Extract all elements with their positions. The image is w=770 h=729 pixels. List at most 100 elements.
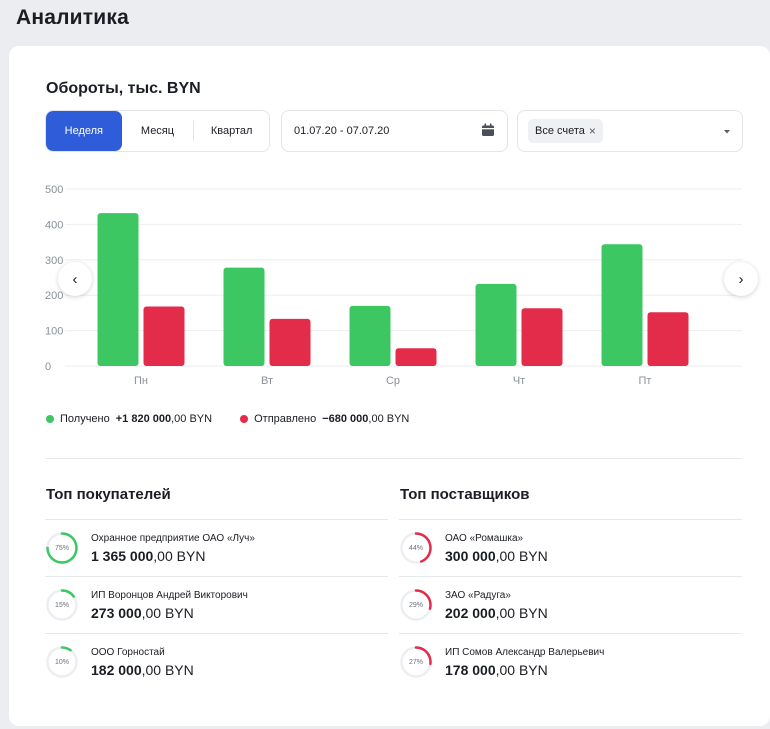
top-suppliers: Топ поставщиков 44% ОАО «Ромашка» 300 000,… [399, 486, 742, 690]
chart-next-button[interactable]: › [724, 262, 758, 296]
legend-received-label: Получено [60, 413, 110, 425]
page-title: Аналитика [16, 6, 129, 29]
share-percent: 29% [408, 601, 423, 609]
share-ring-icon: 44% [399, 531, 433, 565]
amount-fraction: ,00 BYN [495, 661, 548, 678]
amount-integer: 1 365 000 [91, 547, 154, 564]
buyer-amount: 273 000,00 BYN [91, 605, 248, 621]
top-buyers-title: Топ покупателей [46, 486, 171, 503]
buyer-info: ООО Горностай 182 000,00 BYN [91, 647, 194, 678]
chevron-right-icon: › [738, 270, 744, 288]
amount-fraction: ,00 BYN [495, 604, 548, 621]
x-tick-label: Ср [386, 375, 400, 387]
buyer-amount: 182 000,00 BYN [91, 662, 194, 678]
supplier-amount: 178 000,00 BYN [445, 662, 604, 678]
supplier-row[interactable]: 44% ОАО «Ромашка» 300 000,00 BYN [399, 519, 742, 576]
amount-integer: 178 000 [445, 661, 496, 678]
supplier-amount: 300 000,00 BYN [445, 548, 548, 564]
y-tick-label: 400 [45, 219, 63, 231]
calendar-icon[interactable] [481, 123, 495, 140]
sent-dot-icon [240, 415, 249, 423]
supplier-info: ОАО «Ромашка» 300 000,00 BYN [445, 533, 548, 564]
period-week-button[interactable]: Неделя [46, 111, 122, 151]
share-percent: 10% [54, 658, 69, 666]
buyer-row[interactable]: 75% Охранное предприятие ОАО «Луч» 1 365 0… [45, 519, 388, 576]
period-quarter-button[interactable]: Квартал [194, 111, 269, 151]
top-buyers: Топ покупателей 75% Охранное предприятие … [45, 486, 388, 690]
bar-sent[interactable] [269, 318, 311, 366]
share-percent: 44% [408, 544, 423, 552]
amount-fraction: ,00 BYN [141, 661, 194, 678]
bar-sent[interactable] [521, 308, 563, 366]
buyer-name: ИП Воронцов Андрей Викторович [91, 589, 248, 601]
supplier-info: ЗАО «Радуга» 202 000,00 BYN [445, 590, 548, 621]
share-ring-icon: 27% [399, 645, 433, 679]
y-tick-label: 300 [45, 255, 63, 267]
section-divider [45, 458, 742, 459]
share-percent: 15% [54, 601, 69, 609]
amount-integer: 300 000 [445, 547, 496, 564]
legend-sent-label: Отправлено [254, 413, 317, 425]
legend-sent: Отправлено −680 000,00 BYN [240, 413, 409, 425]
bar-sent[interactable] [647, 312, 689, 366]
chart-prev-button[interactable]: ‹ [58, 262, 92, 296]
period-switch: Неделя Месяц Квартал [45, 110, 270, 152]
buyer-info: Охранное предприятие ОАО «Луч» 1 365 000,… [91, 533, 255, 564]
chevron-down-icon[interactable] [722, 122, 732, 140]
top-suppliers-title: Топ поставщиков [400, 486, 530, 503]
amount-integer: 182 000 [91, 661, 142, 678]
share-percent: 27% [408, 658, 423, 666]
amount-fraction: ,00 BYN [495, 547, 548, 564]
x-tick-label: Чт [513, 375, 525, 387]
received-dot-icon [46, 415, 54, 423]
bar-sent[interactable] [395, 348, 437, 366]
chip-close-icon[interactable]: × [589, 124, 596, 138]
supplier-row[interactable]: 27% ИП Сомов Александр Валерьевич 178 000,… [399, 633, 742, 690]
x-tick-label: Вт [261, 375, 273, 387]
bar-received[interactable] [349, 305, 391, 366]
accounts-chip-label: Все счета [535, 125, 585, 137]
supplier-name: ОАО «Ромашка» [445, 532, 524, 544]
bar-received[interactable] [601, 244, 643, 366]
amount-fraction: ,00 BYN [141, 604, 194, 621]
buyer-row[interactable]: 15% ИП Воронцов Андрей Викторович 273 000,… [45, 576, 388, 633]
y-tick-label: 100 [45, 326, 63, 338]
supplier-name: ЗАО «Радуга» [445, 589, 511, 601]
share-percent: 75% [54, 544, 69, 552]
share-ring-icon: 10% [45, 645, 79, 679]
legend-received-amount: +1 820 000 [115, 413, 172, 425]
bar-received[interactable] [97, 213, 139, 366]
date-range-field[interactable]: 01.07.20 - 07.07.20 [281, 110, 508, 152]
chart-legend: Получено +1 820 000,00 BYN Отправлено −6… [46, 413, 409, 425]
turnover-title: Обороты, тыс. BYN [46, 80, 201, 97]
bar-received[interactable] [223, 267, 265, 366]
legend-sent-amount: −680 000 [322, 413, 369, 425]
supplier-info: ИП Сомов Александр Валерьевич 178 000,00 … [445, 647, 604, 678]
period-month-button[interactable]: Месяц [122, 111, 194, 151]
share-ring-icon: 75% [45, 531, 79, 565]
bar-sent[interactable] [143, 306, 185, 366]
amount-integer: 273 000 [91, 604, 142, 621]
y-tick-label: 200 [45, 290, 63, 302]
buyer-row[interactable]: 10% ООО Горностай 182 000,00 BYN [45, 633, 388, 690]
buyer-info: ИП Воронцов Андрей Викторович 273 000,00 … [91, 590, 248, 621]
accounts-chip: Все счета × [528, 119, 603, 143]
analytics-card: Обороты, тыс. BYN Неделя Месяц Квартал 0… [9, 46, 770, 726]
legend-sent-rest: ,00 BYN [368, 413, 410, 425]
buyer-name: Охранное предприятие ОАО «Луч» [91, 532, 255, 544]
chevron-left-icon: ‹ [72, 270, 78, 288]
buyer-amount: 1 365 000,00 BYN [91, 548, 255, 564]
y-tick-label: 500 [45, 184, 63, 196]
supplier-name: ИП Сомов Александр Валерьевич [445, 646, 605, 658]
share-ring-icon: 29% [399, 588, 433, 622]
amount-integer: 202 000 [445, 604, 496, 621]
supplier-row[interactable]: 29% ЗАО «Радуга» 202 000,00 BYN [399, 576, 742, 633]
turnover-chart: 0 100 200 300 400 500 Пн Вт Ср Чт Пт [45, 184, 742, 387]
x-tick-label: Пт [639, 375, 652, 387]
x-tick-label: Пн [134, 375, 148, 387]
legend-received-rest: ,00 BYN [171, 413, 213, 425]
bar-received[interactable] [475, 283, 517, 366]
accounts-select[interactable]: Все счета × [517, 110, 743, 152]
share-ring-icon: 15% [45, 588, 79, 622]
supplier-amount: 202 000,00 BYN [445, 605, 548, 621]
